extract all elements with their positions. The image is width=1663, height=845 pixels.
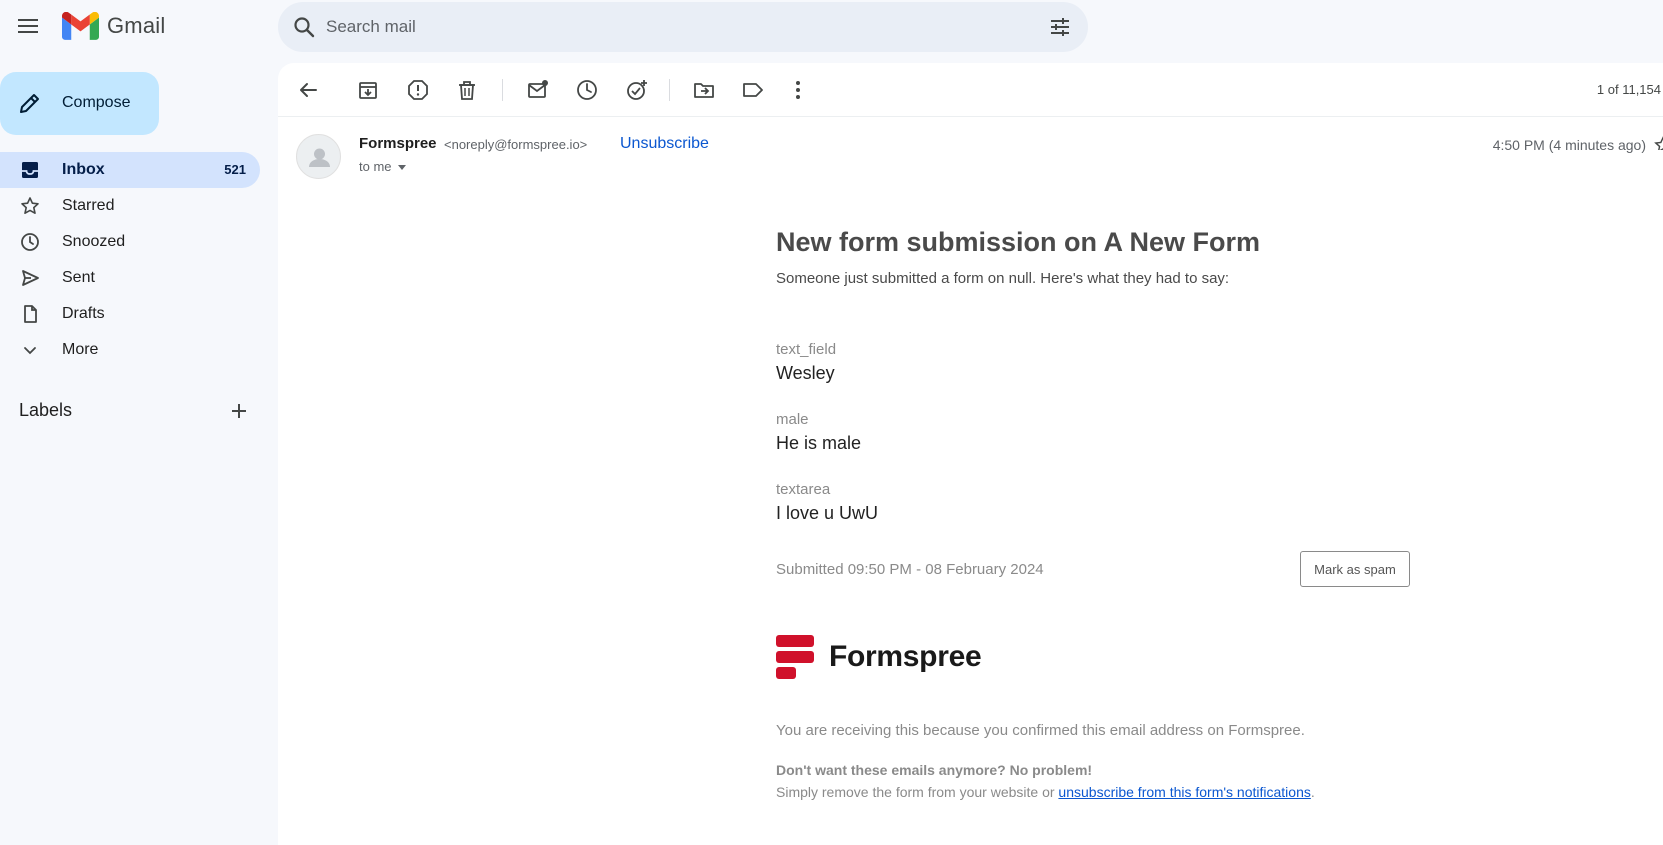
sidebar-item-snoozed[interactable]: Snoozed [0, 224, 260, 260]
sender-name[interactable]: Formspree [359, 135, 437, 152]
labels-heading: Labels [19, 400, 73, 420]
search-input[interactable] [326, 12, 976, 42]
email-subline: Someone just submitted a form on null. H… [776, 270, 1230, 287]
sidebar-item-label: Starred [62, 197, 115, 214]
sidebar-item-more[interactable]: More [0, 332, 260, 368]
delete-icon[interactable] [455, 78, 479, 102]
submission-timestamp: Submitted 09:50 PM - 08 February 2024 [776, 561, 1044, 578]
field-value: Wesley [776, 363, 835, 383]
toolbar-divider [502, 79, 503, 101]
inbox-icon [22, 162, 38, 178]
move-to-icon[interactable] [692, 78, 716, 102]
sidebar-item-label: Drafts [62, 305, 105, 322]
sidebar-item-starred[interactable]: Starred [0, 188, 260, 224]
sidebar-item-label: Sent [62, 269, 95, 286]
sidebar-item-sent[interactable]: Sent [0, 260, 260, 296]
formspree-logo[interactable]: Formspree [776, 635, 982, 679]
gmail-m-icon [62, 12, 99, 40]
add-label-icon[interactable] [228, 400, 250, 422]
recipient-details-toggle[interactable]: to me [359, 159, 406, 174]
mark-as-spam-button[interactable]: Mark as spam [1300, 551, 1410, 587]
send-icon [22, 270, 39, 286]
compose-label: Compose [62, 94, 131, 111]
snooze-icon[interactable] [575, 78, 599, 102]
footer-notice: You are receiving this because you confi… [776, 722, 1305, 739]
menu-line [18, 25, 38, 27]
pencil-icon [20, 94, 39, 113]
gmail-wordmark: Gmail [107, 13, 166, 38]
more-options-icon[interactable] [786, 78, 810, 102]
clock-icon [21, 233, 39, 251]
footer-bold-text: Don't want these emails anymore? No prob… [776, 762, 1093, 778]
sidebar-item-inbox[interactable]: Inbox 521 [0, 152, 260, 188]
gmail-logo[interactable]: Gmail [62, 12, 165, 40]
search-icon[interactable] [292, 15, 316, 39]
draft-icon [24, 305, 37, 323]
field-label: text_field [776, 341, 837, 358]
footer-text: Simply remove the form from your website… [776, 784, 1059, 800]
unsubscribe-link[interactable]: Unsubscribe [620, 135, 709, 153]
compose-button[interactable]: Compose [0, 72, 159, 135]
toolbar-divider [669, 79, 670, 101]
archive-icon[interactable] [356, 78, 380, 102]
email-headline: New form submission on A New Form [776, 227, 1261, 257]
menu-line [18, 31, 38, 33]
sidebar-item-drafts[interactable]: Drafts [0, 296, 260, 332]
chevron-down-icon [24, 347, 36, 355]
person-icon [309, 148, 330, 167]
mark-unread-icon[interactable] [526, 78, 550, 102]
star-toggle[interactable] [1654, 136, 1663, 150]
sender-email: <noreply@formspree.io> [444, 137, 588, 152]
sidebar-item-label: More [62, 341, 99, 358]
report-spam-icon[interactable] [406, 78, 430, 102]
menu-line [18, 19, 38, 21]
star-icon [1654, 136, 1663, 150]
footer-instructions: Simply remove the form from your website… [776, 784, 1315, 800]
main-menu-button[interactable] [16, 14, 40, 38]
sidebar-item-label: Inbox [62, 161, 105, 178]
field-label: male [776, 411, 809, 428]
sender-avatar[interactable] [296, 134, 341, 179]
footer-period: . [1310, 784, 1315, 800]
sidebar-nav: Inbox 521 Starred Snoozed Sent Drafts Mo [0, 152, 260, 368]
back-arrow-icon[interactable] [296, 78, 320, 102]
search-options-icon[interactable] [1048, 15, 1072, 39]
sidebar-item-label: Snoozed [62, 233, 126, 250]
message-toolbar: 1 of 11,154 [278, 63, 1663, 117]
caret-down-icon [397, 165, 406, 171]
label-icon[interactable] [741, 78, 765, 102]
formspree-logo-icon [776, 635, 814, 679]
message-panel: 1 of 11,154 Formspree <noreply@formspree… [278, 63, 1663, 845]
recipient-text: to me [359, 159, 392, 174]
field-value: He is male [776, 433, 862, 453]
field-label: textarea [776, 481, 831, 498]
unsubscribe-form-link[interactable]: unsubscribe from this form's notificatio… [1058, 784, 1310, 800]
pagination-count: 1 of 11,154 [1596, 82, 1661, 97]
search-bar[interactable] [278, 2, 1088, 52]
star-icon [21, 197, 39, 214]
unread-count: 521 [224, 162, 246, 177]
add-to-tasks-icon[interactable] [625, 78, 649, 102]
message-timestamp: 4:50 PM (4 minutes ago) [1492, 137, 1646, 153]
field-value: I love u UwU [776, 503, 879, 523]
formspree-wordmark: Formspree [829, 640, 982, 673]
